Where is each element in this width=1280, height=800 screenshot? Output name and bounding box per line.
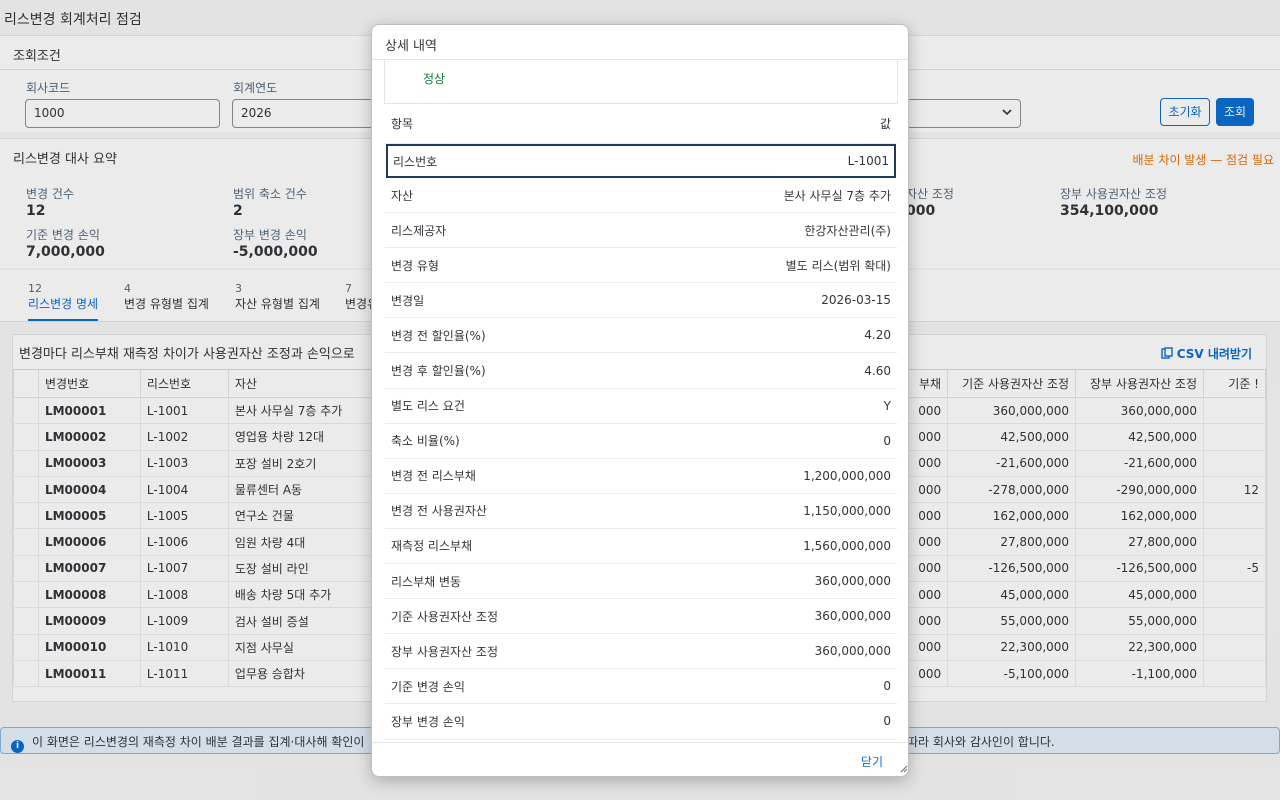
detail-row[interactable]: 기준 사용권자산 조정 360,000,000 [385, 599, 897, 635]
detail-row[interactable]: 변경 전 할인율(%) 4.20 [385, 318, 897, 354]
detail-value: 1,150,000,000 [803, 503, 891, 518]
dialog-footer: 닫기 [372, 742, 908, 776]
status-text: 정상 [384, 60, 898, 104]
detail-value: L-1001 [847, 154, 889, 168]
detail-value: 360,000,000 [814, 644, 891, 659]
detail-row[interactable]: 리스부채 변동 360,000,000 [385, 564, 897, 600]
detail-key: 변경 유형 [391, 258, 439, 273]
detail-row[interactable]: 변경일 2026-03-15 [385, 283, 897, 319]
detail-value: 360,000,000 [814, 609, 891, 624]
dialog-body[interactable]: 정상 항목 값 리스번호 L-1001 자산 본사 사무실 7층 추가리스제공자 한강자… [372, 60, 908, 742]
detail-key: 기준 변경 손익 [391, 679, 465, 694]
detail-value: 2026-03-15 [821, 293, 891, 308]
detail-dialog: 상세 내역 정상 항목 값 리스번호 L-1001 자산 본사 사무실 7층 추가 리스… [371, 24, 909, 777]
detail-key: 리스부채 변동 [391, 574, 462, 589]
detail-key: 축소 비율(%) [391, 434, 460, 449]
detail-value: 0 [883, 433, 891, 448]
detail-key: 리스제공자 [391, 223, 447, 238]
detail-value: 360,000,000 [814, 574, 891, 589]
detail-row[interactable]: 변경 후 할인율(%) 4.60 [385, 353, 897, 389]
header-key: 항목 [391, 117, 414, 131]
detail-row[interactable]: 리스번호 L-1001 [386, 144, 896, 178]
detail-row[interactable]: 기준 변경 손익 0 [385, 669, 897, 705]
detail-value: 한강자산관리(주) [804, 223, 891, 238]
detail-key: 변경 전 할인율(%) [391, 328, 486, 343]
detail-row[interactable]: 자산 본사 사무실 7층 추가 [385, 178, 897, 214]
detail-value: 1,560,000,000 [803, 538, 891, 553]
detail-key: 자산 [391, 188, 414, 203]
detail-value: 0 [883, 679, 891, 694]
detail-row[interactable]: 변경 전 리스부채 1,200,000,000 [385, 459, 897, 494]
detail-header-row: 항목 값 [385, 104, 897, 144]
detail-value: 0 [883, 714, 891, 729]
detail-key: 변경 전 리스부채 [391, 469, 476, 484]
detail-key: 변경일 [391, 293, 425, 308]
detail-key: 리스번호 [393, 154, 438, 169]
detail-key: 장부 변경 손익 [391, 714, 465, 729]
detail-row[interactable]: 변경 전 사용권자산 1,150,000,000 [385, 494, 897, 529]
detail-row[interactable]: 장부 변경 손익 0 [385, 704, 897, 740]
close-button[interactable]: 닫기 [861, 753, 883, 770]
detail-row[interactable]: 변경 유형 별도 리스(범위 확대) [385, 248, 897, 284]
detail-key: 별도 리스 요건 [391, 399, 465, 414]
detail-key: 재측정 리스부채 [391, 539, 473, 554]
detail-value: 1,200,000,000 [803, 468, 891, 483]
detail-row[interactable]: 별도 리스 요건 Y [385, 389, 897, 424]
resize-grip-icon[interactable] [899, 764, 908, 776]
detail-row[interactable]: 재측정 리스부채 1,560,000,000 [385, 529, 897, 565]
detail-key: 변경 전 사용권자산 [391, 504, 487, 519]
header-value: 값 [879, 117, 891, 131]
detail-key: 장부 사용권자산 조정 [391, 644, 498, 659]
detail-value: Y [883, 398, 891, 413]
detail-value: 본사 사무실 7층 추가 [783, 188, 891, 203]
detail-row[interactable]: 축소 비율(%) 0 [385, 424, 897, 459]
detail-key: 기준 사용권자산 조정 [391, 609, 498, 624]
detail-row[interactable]: 리스제공자 한강자산관리(주) [385, 213, 897, 249]
detail-row[interactable]: 장부 사용권자산 조정 360,000,000 [385, 634, 897, 670]
detail-key: 변경 후 할인율(%) [391, 364, 486, 379]
detail-value: 별도 리스(범위 확대) [785, 258, 891, 273]
detail-value: 4.20 [864, 328, 891, 343]
dialog-title: 상세 내역 [372, 25, 908, 60]
detail-value: 4.60 [864, 363, 891, 378]
